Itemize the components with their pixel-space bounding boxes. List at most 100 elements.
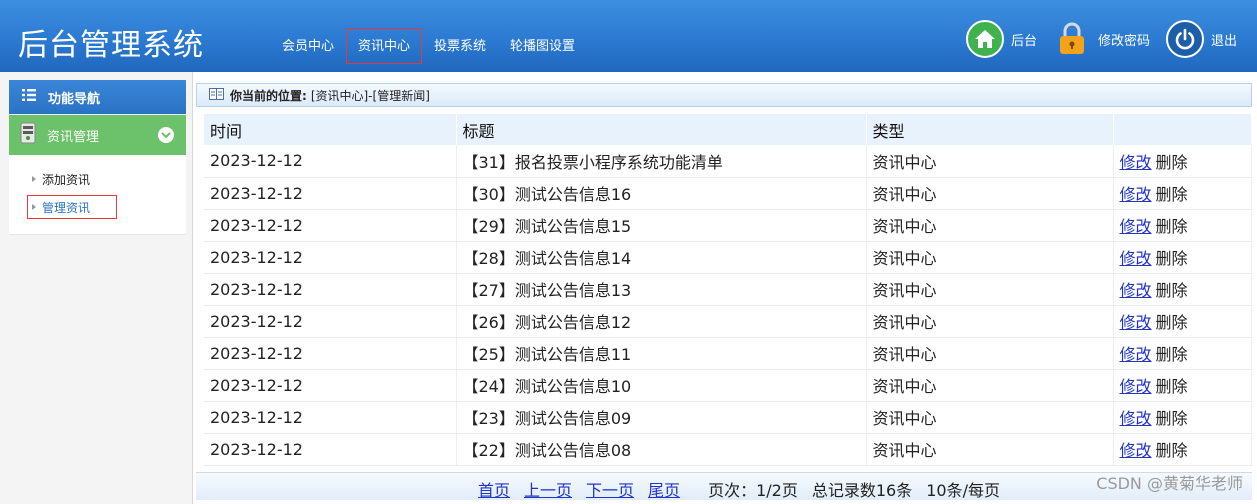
breadcrumb-path: [资讯中心]-[管理新闻] bbox=[310, 88, 430, 103]
cell-type: 资讯中心 bbox=[866, 241, 1114, 274]
logout-button[interactable]: 退出 bbox=[1165, 20, 1237, 58]
table-row: 2023-12-12 【31】报名投票小程序系统功能清单 资讯中心 修改 删除 bbox=[204, 145, 1252, 178]
next-page-link[interactable]: 下一页 bbox=[586, 477, 634, 501]
cell-actions: 修改 删除 bbox=[1113, 273, 1252, 306]
pagination: 首页 上一页 下一页 尾页 页次：1/2页 总记录数16条 10条/每页 bbox=[478, 477, 1000, 501]
breadcrumb: 你当前的位置: [资讯中心]-[管理新闻] bbox=[196, 83, 1252, 107]
power-icon bbox=[1165, 20, 1204, 58]
last-page-link[interactable]: 尾页 bbox=[648, 477, 680, 501]
chevron-down-icon bbox=[158, 127, 174, 143]
list-icon bbox=[22, 89, 36, 105]
cell-type: 资讯中心 bbox=[866, 177, 1114, 210]
sidebar-sub-list: 添加资讯 管理资讯 bbox=[9, 155, 186, 235]
home-button[interactable]: 后台 bbox=[965, 20, 1037, 58]
cell-title: 【24】测试公告信息10 bbox=[456, 369, 867, 402]
watermark: CSDN @黄菊华老师 bbox=[1096, 474, 1243, 493]
edit-link[interactable]: 修改 bbox=[1120, 185, 1152, 204]
sidebar-item-manage-news[interactable]: 管理资讯 bbox=[27, 195, 117, 219]
edit-link[interactable]: 修改 bbox=[1120, 313, 1152, 332]
delete-link[interactable]: 删除 bbox=[1156, 345, 1188, 364]
delete-link[interactable]: 删除 bbox=[1156, 249, 1188, 268]
edit-link[interactable]: 修改 bbox=[1120, 345, 1152, 364]
delete-link[interactable]: 删除 bbox=[1156, 409, 1188, 428]
edit-link[interactable]: 修改 bbox=[1120, 377, 1152, 396]
cell-actions: 修改 删除 bbox=[1113, 177, 1252, 210]
cell-time: 2023-12-12 bbox=[204, 305, 457, 338]
sidebar-group-news-management[interactable]: 资讯管理 bbox=[9, 115, 186, 155]
server-icon bbox=[19, 122, 37, 148]
delete-link[interactable]: 删除 bbox=[1156, 281, 1188, 300]
edit-link[interactable]: 修改 bbox=[1120, 217, 1152, 236]
cell-actions: 修改 删除 bbox=[1113, 241, 1252, 274]
edit-link[interactable]: 修改 bbox=[1120, 281, 1152, 300]
cell-time: 2023-12-12 bbox=[204, 177, 457, 210]
sidebar-item-add-news[interactable]: 添加资讯 bbox=[27, 167, 117, 191]
nav-item-carousel-settings[interactable]: 轮播图设置 bbox=[498, 28, 587, 64]
cell-actions: 修改 删除 bbox=[1113, 145, 1252, 178]
cell-title: 【23】测试公告信息09 bbox=[456, 401, 867, 434]
delete-link[interactable]: 删除 bbox=[1156, 153, 1188, 172]
cell-actions: 修改 删除 bbox=[1113, 337, 1252, 370]
cell-time: 2023-12-12 bbox=[204, 369, 457, 402]
cell-actions: 修改 删除 bbox=[1113, 305, 1252, 338]
cell-title: 【29】测试公告信息15 bbox=[456, 209, 867, 242]
nav-item-member-center[interactable]: 会员中心 bbox=[270, 28, 346, 64]
cell-title: 【28】测试公告信息14 bbox=[456, 241, 867, 274]
delete-link[interactable]: 删除 bbox=[1156, 217, 1188, 236]
nav-item-vote-system[interactable]: 投票系统 bbox=[422, 28, 498, 64]
cell-actions: 修改 删除 bbox=[1113, 433, 1252, 466]
delete-link[interactable]: 删除 bbox=[1156, 185, 1188, 204]
cell-time: 2023-12-12 bbox=[204, 241, 457, 274]
cell-time: 2023-12-12 bbox=[204, 145, 457, 178]
header-tools: 后台 修改密码 退出 bbox=[950, 18, 1237, 60]
cell-actions: 修改 删除 bbox=[1113, 401, 1252, 434]
cell-time: 2023-12-12 bbox=[204, 433, 457, 466]
table-row: 2023-12-12 【28】测试公告信息14 资讯中心 修改 删除 bbox=[204, 241, 1252, 274]
prev-page-link[interactable]: 上一页 bbox=[524, 477, 572, 501]
top-nav: 会员中心 资讯中心 投票系统 轮播图设置 bbox=[270, 28, 587, 64]
cell-type: 资讯中心 bbox=[866, 145, 1114, 178]
breadcrumb-label: 你当前的位置: bbox=[230, 88, 307, 103]
pagination-bar: 首页 上一页 下一页 尾页 页次：1/2页 总记录数16条 10条/每页 bbox=[196, 472, 1252, 500]
sidebar-header: 功能导航 bbox=[9, 80, 186, 114]
cell-type: 资讯中心 bbox=[866, 337, 1114, 370]
edit-link[interactable]: 修改 bbox=[1120, 409, 1152, 428]
cell-title: 【26】测试公告信息12 bbox=[456, 305, 867, 338]
cell-type: 资讯中心 bbox=[866, 273, 1114, 306]
cell-title: 【25】测试公告信息11 bbox=[456, 337, 867, 370]
change-password-label: 修改密码 bbox=[1097, 33, 1150, 49]
sidebar: 功能导航 资讯管理 添加资讯 管理资讯 bbox=[0, 72, 193, 504]
delete-link[interactable]: 删除 bbox=[1156, 441, 1188, 460]
nav-item-news-center[interactable]: 资讯中心 bbox=[346, 28, 423, 64]
table-row: 2023-12-12 【29】测试公告信息15 资讯中心 修改 删除 bbox=[204, 209, 1252, 242]
column-header-actions bbox=[1113, 114, 1252, 145]
edit-link[interactable]: 修改 bbox=[1120, 441, 1152, 460]
change-password-button[interactable]: 修改密码 bbox=[1053, 20, 1150, 58]
cell-type: 资讯中心 bbox=[866, 369, 1114, 402]
total-records: 总记录数16条 bbox=[811, 481, 913, 500]
book-icon bbox=[209, 87, 224, 103]
sidebar-group-label: 资讯管理 bbox=[47, 129, 100, 145]
cell-actions: 修改 删除 bbox=[1113, 369, 1252, 402]
table-row: 2023-12-12 【24】测试公告信息10 资讯中心 修改 删除 bbox=[204, 369, 1252, 402]
news-table: 时间 标题 类型 2023-12-12 【31】报名投票小程序系统功能清单 资讯中心… bbox=[204, 114, 1252, 466]
app-title: 后台管理系统 bbox=[18, 28, 204, 63]
cell-title: 【30】测试公告信息16 bbox=[456, 177, 867, 210]
sidebar-header-label: 功能导航 bbox=[48, 91, 101, 107]
edit-link[interactable]: 修改 bbox=[1120, 153, 1152, 172]
table-row: 2023-12-12 【22】测试公告信息08 资讯中心 修改 删除 bbox=[204, 433, 1252, 466]
table-row: 2023-12-12 【25】测试公告信息11 资讯中心 修改 删除 bbox=[204, 337, 1252, 370]
edit-link[interactable]: 修改 bbox=[1120, 249, 1152, 268]
first-page-link[interactable]: 首页 bbox=[478, 477, 510, 501]
table-row: 2023-12-12 【30】测试公告信息16 资讯中心 修改 删除 bbox=[204, 177, 1252, 210]
column-header-title: 标题 bbox=[456, 114, 867, 145]
delete-link[interactable]: 删除 bbox=[1156, 377, 1188, 396]
top-header: 后台管理系统 会员中心 资讯中心 投票系统 轮播图设置 后台 修改密码 退出 bbox=[0, 0, 1257, 72]
home-label: 后台 bbox=[1010, 33, 1037, 49]
logout-label: 退出 bbox=[1210, 33, 1237, 49]
per-page-info: 10条/每页 bbox=[926, 481, 1000, 500]
cell-type: 资讯中心 bbox=[866, 433, 1114, 466]
cell-time: 2023-12-12 bbox=[204, 337, 457, 370]
table-row: 2023-12-12 【26】测试公告信息12 资讯中心 修改 删除 bbox=[204, 305, 1252, 338]
delete-link[interactable]: 删除 bbox=[1156, 313, 1188, 332]
